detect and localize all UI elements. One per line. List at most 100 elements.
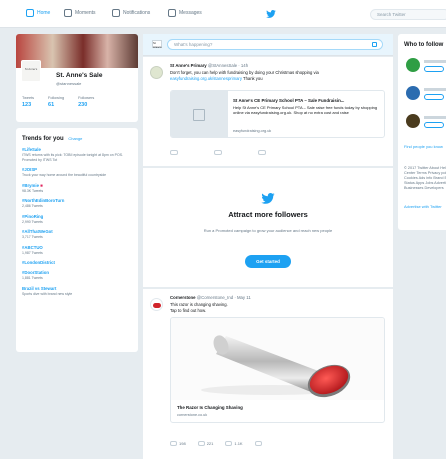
card-domain: easyfundraising.org.uk — [233, 129, 272, 133]
trends-title-text: Trends for you — [22, 136, 64, 142]
suggestion-avatar[interactable] — [406, 86, 420, 100]
profile-avatar[interactable]: St Anne's — [21, 60, 41, 82]
tweet-text-body: Don't forget, you can help with fundrais… — [170, 70, 319, 75]
tweet[interactable]: Cornerstone @Cornerstone_Ind · May 11 Th… — [143, 289, 393, 459]
promo-title: Attract more followers — [228, 210, 308, 219]
link-card[interactable]: The Razor Is Changing Shaving cornerston… — [170, 317, 385, 423]
nav-home-label: Home — [37, 10, 51, 16]
follow-button[interactable] — [424, 122, 444, 128]
trend-name: #DoorStation — [22, 270, 49, 275]
tweet-actions: 198 221 1.1K — [170, 441, 264, 447]
get-started-button[interactable]: Get started — [245, 255, 291, 268]
suggestion-name[interactable] — [424, 88, 446, 91]
trend-sub: 98.3K Tweets — [22, 188, 44, 193]
footer-links[interactable]: © 2017 Twitter About Help Center Terms P… — [404, 166, 446, 191]
search-input[interactable]: Search Twitter — [370, 9, 446, 20]
trend-name: #Brymie ■ — [22, 183, 132, 188]
profile-handle[interactable]: @stannessale — [56, 81, 81, 86]
trend-item[interactable]: #JOISP Truck your way home around the bea… — [22, 167, 132, 178]
card-domain: cornerstone.co.uk — [177, 413, 208, 417]
trend-sub: ITWS returns with its pick: TOBII episod… — [22, 153, 124, 162]
card-image — [171, 91, 228, 137]
trend-item[interactable]: #LifeSale ITWS returns with its pick: TOB… — [22, 147, 132, 162]
find-friends-link[interactable]: Find people you know — [404, 144, 443, 149]
trend-item[interactable]: #PinoRing 2,990 Tweets — [22, 214, 132, 225]
reply-button[interactable]: 198 — [170, 441, 186, 447]
trend-name: #LondonDistrict — [22, 260, 55, 265]
link-card[interactable]: St Anne's CE Primary School PTA – Sale F… — [170, 90, 385, 138]
like-button[interactable]: 1.1K — [225, 441, 243, 447]
suggestion-avatar[interactable] — [406, 114, 420, 128]
reply-count: 198 — [179, 441, 186, 446]
nav-messages[interactable]: Messages — [168, 9, 202, 17]
reply-icon[interactable] — [170, 150, 178, 155]
retweet-icon — [197, 441, 205, 447]
home-icon — [26, 9, 34, 17]
trend-name: #JOISP — [22, 167, 38, 172]
follow-button[interactable] — [424, 94, 444, 100]
card-title: The Razor Is Changing Shaving — [177, 405, 243, 410]
who-to-follow-title: Who to follow — [404, 42, 444, 48]
trend-sub: 2,486 Tweets — [22, 204, 43, 208]
tweet-avatar[interactable] — [150, 298, 163, 311]
nav-moments-label: Moments — [75, 10, 96, 16]
follow-button[interactable] — [424, 66, 444, 72]
stat-value: 230 — [78, 102, 88, 108]
compose-placeholder: What's happening? — [174, 42, 213, 47]
stat-following[interactable]: Following 61 — [48, 96, 64, 108]
profile-name[interactable]: St. Anne's Sale — [56, 72, 102, 79]
trend-sub: 2,990 Tweets — [22, 219, 43, 224]
compose-bar: St Anne's What's happening? — [143, 34, 393, 56]
nav-home[interactable]: Home — [26, 9, 50, 17]
trend-item[interactable]: #NorthEdinBoroTurn 2,486 Tweets — [22, 198, 132, 209]
trends-title: Trends for you Change — [22, 136, 132, 142]
twitter-bird-icon[interactable] — [266, 10, 276, 18]
suggestion-avatar[interactable] — [406, 58, 420, 72]
tweet-author[interactable]: Cornerstone @Cornerstone_Ind · May 11 — [170, 295, 251, 300]
tweet-author-name: Cornerstone — [170, 295, 196, 300]
nav-notifications[interactable]: Notifications — [112, 9, 150, 17]
trend-item[interactable]: #LondonDistrict — [22, 260, 132, 265]
nav-moments[interactable]: Moments — [64, 9, 96, 17]
trend-item[interactable]: Brazil vs Stewart Sports dive with brand … — [22, 286, 132, 297]
retweet-button[interactable]: 221 — [197, 441, 213, 447]
envelope-icon — [168, 9, 176, 17]
stat-label: Tweets — [22, 96, 35, 100]
advertise-link[interactable]: Advertise with Twitter — [404, 204, 442, 209]
trend-name: #PinoRing — [22, 213, 44, 219]
card-description: Help St Anne's CE Primary School PTA – S… — [233, 105, 378, 116]
tweet-link[interactable]: easyfundraising.org.uk/stannesprimary — [170, 76, 242, 81]
tweet[interactable]: St Anne's Primary @StAnnesSale · 14h Don… — [143, 57, 393, 167]
suggestion-name[interactable] — [424, 60, 446, 63]
suggestion-name[interactable] — [424, 116, 446, 119]
trend-item[interactable]: #AllThatWeGot 3,717 Tweets — [22, 229, 132, 240]
trends-change-link[interactable]: Change — [68, 136, 82, 141]
tweet-author-name: St Anne's Primary — [170, 63, 207, 68]
tweet-text-after: Thank you — [241, 75, 263, 81]
stat-value: 123 — [22, 102, 32, 108]
trend-item[interactable]: #ABCTUO 1,987 Tweets — [22, 245, 132, 256]
dm-button[interactable] — [254, 441, 264, 447]
like-icon[interactable] — [258, 150, 266, 155]
trend-item[interactable]: #DoorStation 1,881 Tweets — [22, 270, 132, 281]
tweet-author[interactable]: St Anne's Primary @StAnnesSale · 14h — [170, 63, 248, 68]
camera-icon[interactable] — [372, 42, 377, 47]
stat-tweets[interactable]: Tweets 123 — [22, 96, 34, 108]
profile-stats: Tweets 123 Following 61 Followers 230 — [22, 96, 94, 108]
compose-input[interactable]: What's happening? — [167, 39, 383, 50]
stat-followers[interactable]: Followers 230 — [78, 96, 94, 108]
trend-sub: Truck your way home around the beautiful… — [22, 173, 107, 177]
tweet-text: Don't forget, you can help with fundrais… — [170, 70, 385, 81]
nav-messages-label: Messages — [179, 10, 202, 16]
profile-card[interactable]: St Anne's St. Anne's Sale @stannessale T… — [16, 34, 138, 122]
retweet-icon[interactable] — [214, 150, 222, 155]
document-icon — [193, 109, 205, 121]
flag-icon: ■ — [40, 182, 43, 188]
trend-name: Brazil vs Stewart — [22, 285, 57, 291]
tweet-text-line: Tap to find out how. — [170, 307, 207, 313]
tweet-avatar[interactable] — [150, 66, 163, 79]
trend-item[interactable]: #Brymie ■ 98.3K Tweets — [22, 183, 132, 194]
top-nav: Home Moments Notifications Messages Sear… — [0, 0, 446, 28]
trend-name: #NorthEdinBoroTurn — [22, 198, 65, 203]
like-icon — [225, 441, 233, 447]
